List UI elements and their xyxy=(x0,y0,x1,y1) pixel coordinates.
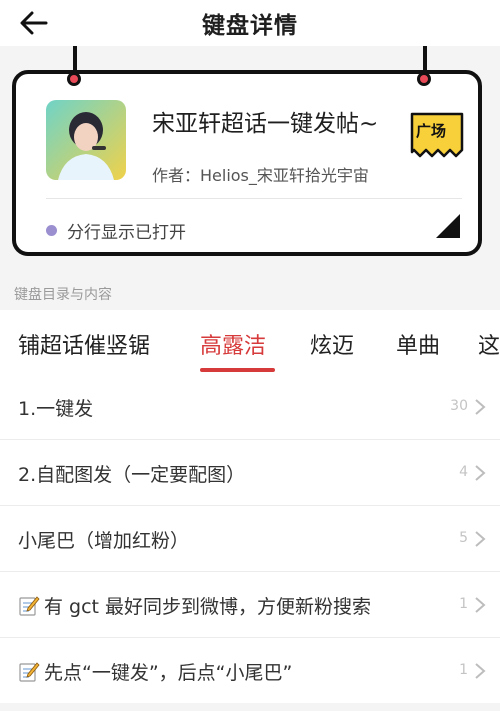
section-label: 键盘目录与内容 xyxy=(14,287,112,303)
item-count: 30 xyxy=(450,398,468,414)
card-title: 宋亚轩超话一键发帖~ xyxy=(152,111,379,137)
item-label: 先点“一键发”，后点“小尾巴” xyxy=(44,662,293,684)
keyboard-card[interactable]: 宋亚轩超话一键发帖~ 作者：Helios_宋亚轩拾光宇宙 广场 分行显示已打开 xyxy=(12,70,482,256)
list-item[interactable]: 有 gct 最好同步到微博，方便新粉搜索 1 xyxy=(0,572,500,638)
memo-icon xyxy=(19,596,40,616)
tab-1[interactable]: 铺超话催竖锯 xyxy=(18,328,150,360)
tab-5[interactable]: 这 xyxy=(478,328,500,360)
item-label: 有 gct 最好同步到微博，方便新粉搜索 xyxy=(44,596,372,618)
chevron-right-icon xyxy=(475,399,486,415)
chevron-right-icon xyxy=(475,663,486,679)
pin-left xyxy=(67,72,81,86)
item-label: 2.自配图发（一定要配图） xyxy=(18,464,246,486)
chevron-right-icon xyxy=(475,597,486,613)
memo-icon xyxy=(19,662,40,682)
top-bar: 键盘详情 xyxy=(0,0,500,46)
list-item[interactable]: 小尾巴（增加红粉） 5 xyxy=(0,506,500,572)
item-count: 5 xyxy=(459,530,468,546)
item-count: 1 xyxy=(459,596,468,612)
card-author: 作者：Helios_宋亚轩拾光宇宙 xyxy=(152,166,369,185)
list-item[interactable]: 2.自配图发（一定要配图） 4 xyxy=(0,440,500,506)
plaza-badge[interactable]: 广场 xyxy=(408,110,466,162)
status-dot xyxy=(46,225,57,236)
status-line: 分行显示已打开 xyxy=(46,218,186,243)
avatar xyxy=(46,100,126,180)
category-tabs: 铺超话催竖锯 高露洁 炫迈 单曲 这 xyxy=(0,310,500,374)
phrase-list: 1.一键发 30 2.自配图发（一定要配图） 4 小尾巴（增加红粉） 5 有 g… xyxy=(0,374,500,703)
status-text: 分行显示已打开 xyxy=(67,223,186,243)
list-item[interactable]: 先点“一键发”，后点“小尾巴” 1 xyxy=(0,638,500,703)
active-tab-indicator xyxy=(200,368,275,372)
tab-2-active[interactable]: 高露洁 xyxy=(200,328,266,360)
item-label-with-icon: 先点“一键发”，后点“小尾巴” xyxy=(18,658,292,685)
item-label: 1.一键发 xyxy=(18,398,94,420)
tab-3[interactable]: 炫迈 xyxy=(310,328,354,360)
item-count: 4 xyxy=(459,464,468,480)
chevron-right-icon xyxy=(475,531,486,547)
item-label: 小尾巴（增加红粉） xyxy=(18,530,190,552)
list-item[interactable]: 1.一键发 30 xyxy=(0,374,500,440)
card-divider xyxy=(46,198,462,199)
item-count: 1 xyxy=(459,662,468,678)
tab-4[interactable]: 单曲 xyxy=(396,328,440,360)
chevron-right-icon xyxy=(475,465,486,481)
page-title: 键盘详情 xyxy=(202,13,298,39)
pin-right xyxy=(417,72,431,86)
corner-triangle-icon xyxy=(436,214,460,238)
item-label-with-icon: 有 gct 最好同步到微博，方便新粉搜索 xyxy=(18,592,371,619)
badge-label: 广场 xyxy=(416,122,447,140)
